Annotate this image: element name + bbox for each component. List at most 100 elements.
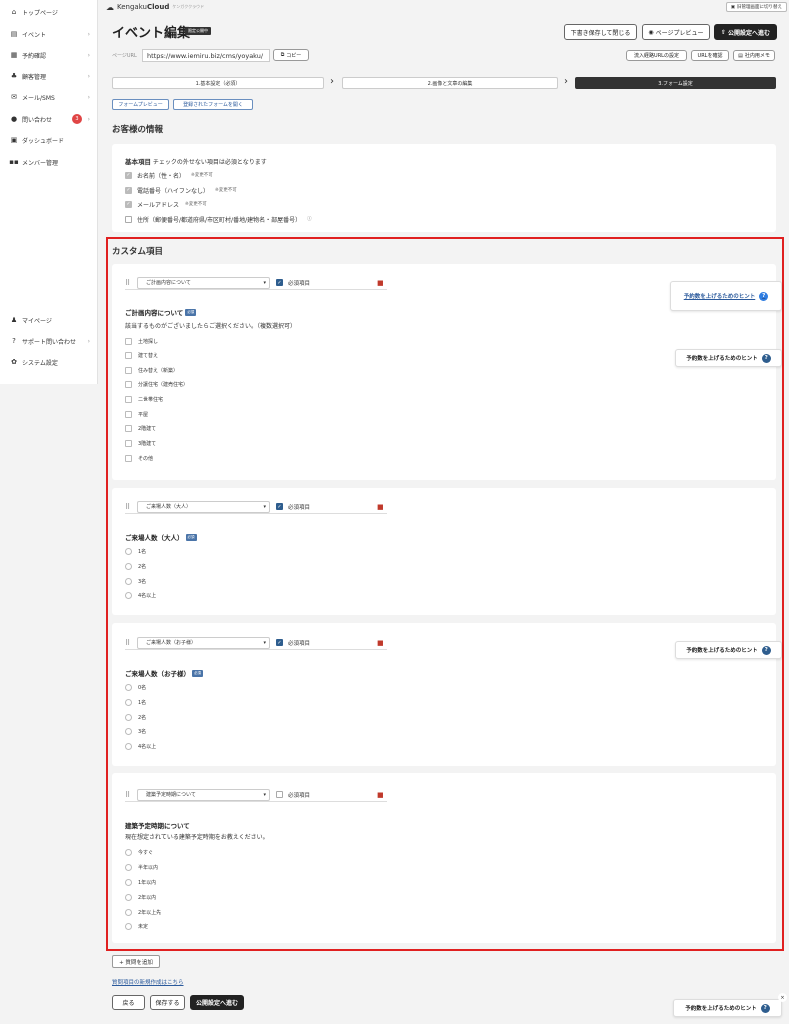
url-label: ページURL [112,53,137,59]
checkbox[interactable] [125,215,132,223]
copy-button[interactable]: ⧉ コピー [273,49,309,61]
step-basic[interactable]: 1.基本設定（必須） [112,77,324,89]
save-button[interactable]: 保存する [150,995,185,1010]
question-select[interactable]: ご計画内容について ▾ [137,276,270,289]
sidebar-item-label: システム設定 [22,359,58,367]
hint-link[interactable]: 予約数を上げるためのヒント? [670,281,782,311]
question-description: 現在想定されている建築予定時期をお教えください。 [125,834,269,841]
add-question-button[interactable]: + 質問を追加 [112,955,160,968]
open-registered-form-button[interactable]: 登録されたフォームを開く [173,99,253,110]
question-select[interactable]: 建築予定時期について ▾ [137,788,270,801]
sidebar-item-label: メンバー管理 [22,159,59,167]
save-draft-button[interactable]: 下書き保存して閉じる [564,24,637,40]
checkbox[interactable] [125,366,132,374]
radio-button[interactable] [125,908,132,916]
checkbox[interactable] [125,337,132,345]
radio-button[interactable] [125,742,132,750]
drag-handle-icon[interactable]: ⠿ [125,279,137,287]
logo[interactable]: ☁ Kengaku Cloud ケンガククラウド [106,3,204,12]
step-form[interactable]: 3.フォーム設定 [575,77,776,89]
checkbox[interactable]: ✓ [125,200,132,208]
question-select[interactable]: ご来場人数（大人） ▾ [137,500,270,513]
checkbox[interactable] [125,351,132,359]
required-toggle[interactable]: ✓ 必須項目 [276,639,310,647]
radio-button[interactable] [125,848,132,856]
radio-button[interactable] [125,562,132,570]
radio-button[interactable] [125,863,132,871]
status-badge: 限定公開中 [185,27,211,35]
sidebar-item-dashboard[interactable]: ▣ ダッシュボード [0,133,98,147]
radio-button[interactable] [125,727,132,735]
sidebar-item-event[interactable]: ▤ イベント › [0,27,98,41]
sidebar-item-support[interactable]: ? サポート問い合わせ › [0,334,98,348]
internal-memo-button[interactable]: ▤ 社内用メモ [733,50,775,61]
radio-button[interactable] [125,893,132,901]
chart-icon: ▣ [10,136,18,144]
sidebar-item-mail[interactable]: ✉ メール/SMS › [0,90,98,104]
checkbox[interactable]: ✓ [125,171,132,179]
checkbox[interactable] [276,791,283,798]
radio-button[interactable] [125,922,132,930]
radio-button[interactable] [125,547,132,555]
drag-handle-icon[interactable]: ⠿ [125,791,137,799]
trash-icon[interactable]: ■ [377,791,384,799]
url-field[interactable]: https://www.iemiru.biz/cms/yoyaku/ [142,49,270,62]
radio-button[interactable] [125,577,132,585]
publish-next-button[interactable]: ⇧ 公開設定へ進む [714,24,777,40]
hint-button[interactable]: 予約数を上げるためのヒント? [673,999,782,1017]
sidebar-item-system[interactable]: ✿ システム設定 [0,355,98,369]
checkbox[interactable] [125,424,132,432]
option-label: 今すぐ [138,849,154,856]
sidebar-item-customers[interactable]: ♣ 顧客管理 › [0,69,98,83]
drag-handle-icon[interactable]: ⠿ [125,639,137,647]
sidebar-item-reservation[interactable]: ▦ 予約確認 › [0,48,98,62]
checkbox[interactable]: ✓ [125,186,132,194]
option-label: 1名 [138,699,147,706]
checkbox[interactable]: ✓ [276,639,283,646]
hint-button[interactable]: 予約数を上げるためのヒント? [675,349,782,367]
trash-icon[interactable]: ■ [377,503,384,511]
sidebar-item-inquiry[interactable]: ● 問い合わせ 3 › [0,112,98,126]
hint-button[interactable]: 予約数を上げるためのヒント? [675,641,782,659]
question-select[interactable]: ご来場人数（お子様） ▾ [137,636,270,649]
trash-icon[interactable]: ■ [377,279,384,287]
checkbox[interactable] [125,454,132,462]
checkbox[interactable] [125,380,132,388]
radio-button[interactable] [125,683,132,691]
new-question-link[interactable]: 質問項目の新規作成はこちら [112,978,184,986]
monitor-icon: ▣ [730,4,735,10]
step-images-text[interactable]: 2.画像と文章の編集 [342,77,558,89]
checkbox[interactable]: ✓ [276,503,283,510]
unchangeable-note: ※変更不可 [191,173,213,178]
confirm-url-button[interactable]: URLを確認 [691,50,729,61]
info-icon[interactable]: ⓘ [307,216,312,222]
option-label: 1名 [138,548,147,555]
required-toggle[interactable]: ✓ 必須項目 [276,279,310,287]
option-item: 4名以上 [125,742,156,750]
required-toggle[interactable]: 必須項目 [276,791,310,799]
form-preview-button[interactable]: フォームプレビュー [112,99,169,110]
radio-button[interactable] [125,878,132,886]
radio-button[interactable] [125,713,132,721]
page-preview-button[interactable]: ◉ ページプレビュー [642,24,710,40]
sidebar-item-mypage[interactable]: ♟ マイページ [0,313,98,327]
required-toggle[interactable]: ✓ 必須項目 [276,503,310,511]
required-badge: 必須 [192,669,203,677]
radio-button[interactable] [125,698,132,706]
footer-publish-next-button[interactable]: 公開設定へ進む [190,995,244,1010]
switch-legacy-button[interactable]: ▣ 旧管理画面に切り替え [725,2,787,12]
radio-button[interactable] [125,591,132,599]
chevron-right-icon: › [87,115,90,123]
sidebar-item-top[interactable]: ⌂ トップページ [0,5,98,19]
sidebar-item-members[interactable]: ▪▪ メンバー管理 [0,155,98,169]
option-item: 3階建て [125,439,156,447]
back-button[interactable]: 戻る [112,995,145,1010]
checkbox[interactable]: ✓ [276,279,283,286]
checkbox[interactable] [125,395,132,403]
drag-handle-icon[interactable]: ⠿ [125,503,137,511]
trash-icon[interactable]: ■ [377,639,384,647]
checkbox[interactable] [125,410,132,418]
close-icon[interactable]: × [778,993,787,1002]
checkbox[interactable] [125,439,132,447]
inflow-url-button[interactable]: 流入経路URLの設定 [626,50,687,61]
